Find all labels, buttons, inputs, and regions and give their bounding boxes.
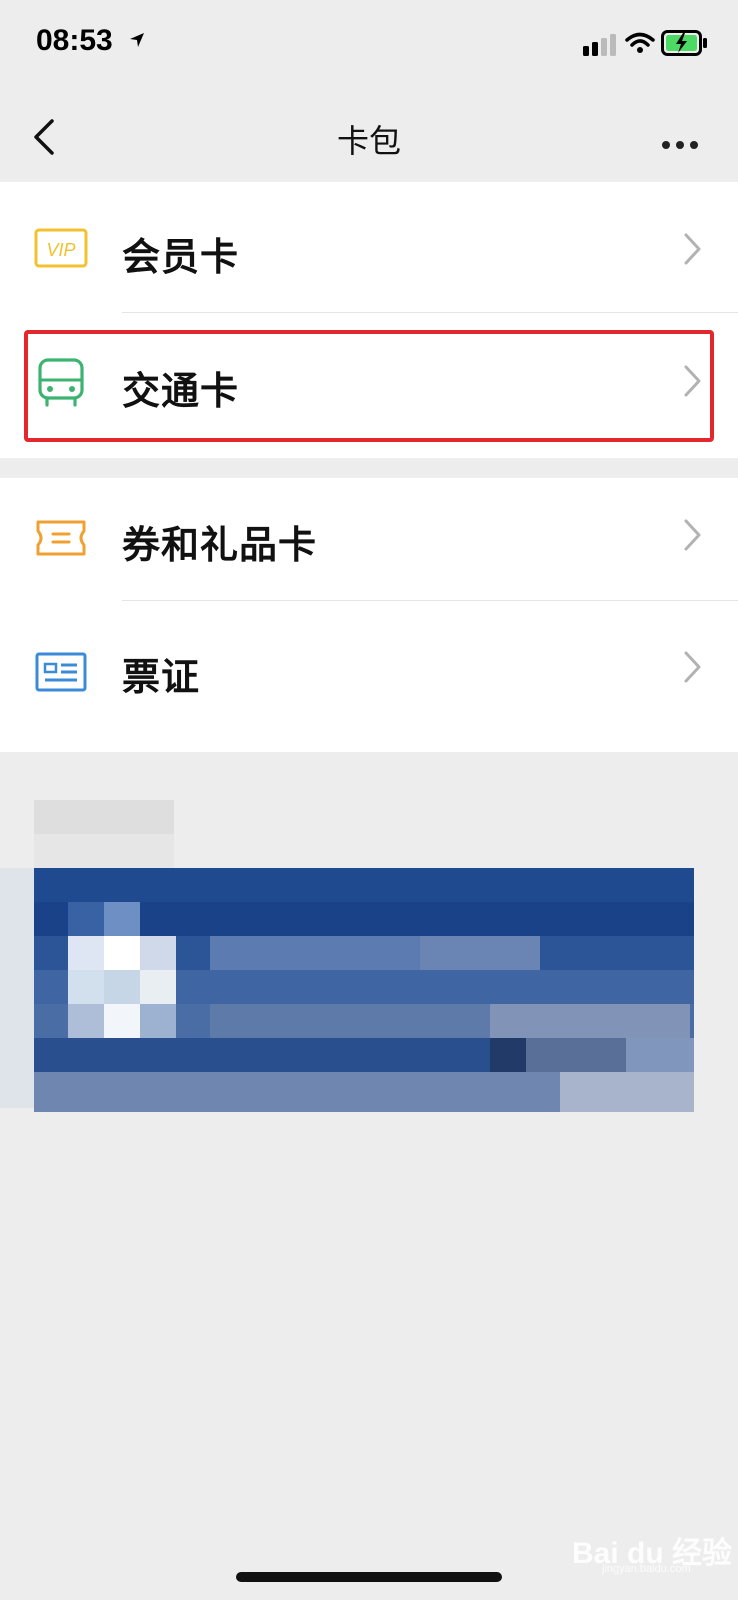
- navigation-bar: 卡包: [0, 90, 738, 182]
- wifi-icon: [625, 32, 655, 53]
- coupons-gift-cards-label: 券和礼品卡: [122, 523, 318, 567]
- ticket-icon: [36, 520, 86, 556]
- cellular-signal-icon: [583, 34, 616, 56]
- id-card-icon: [35, 652, 87, 692]
- page-title: 卡包: [336, 122, 401, 160]
- divider: [122, 600, 738, 601]
- status-bar: 08:53: [0, 0, 738, 90]
- tickets-certificates-row[interactable]: 票证: [0, 604, 738, 740]
- coupons-gift-cards-row[interactable]: 券和礼品卡: [0, 478, 738, 614]
- bus-icon: [38, 358, 84, 407]
- member-card-row[interactable]: VIP 会员卡: [0, 182, 738, 318]
- location-arrow-icon: [130, 33, 144, 47]
- chevron-right-icon: [684, 519, 701, 551]
- vip-icon: VIP: [34, 228, 88, 268]
- svg-text:VIP: VIP: [46, 240, 75, 260]
- tickets-certificates-label: 票证: [122, 655, 201, 699]
- pixelated-card-preview: [0, 800, 738, 1140]
- home-indicator[interactable]: [236, 1572, 502, 1582]
- transit-card-row[interactable]: 交通卡: [0, 316, 738, 452]
- baidu-watermark-url: jingyan.baidu.com: [602, 1563, 691, 1575]
- status-time: 08:53: [36, 24, 113, 57]
- transit-card-label: 交通卡: [122, 369, 240, 413]
- card-group-secondary: 券和礼品卡 票证: [0, 478, 738, 752]
- battery-charging-icon: [661, 30, 707, 56]
- member-card-label: 会员卡: [122, 235, 240, 279]
- divider: [122, 312, 738, 313]
- chevron-right-icon: [684, 233, 701, 265]
- chevron-right-icon: [684, 365, 701, 397]
- chevron-right-icon: [684, 651, 701, 683]
- more-options-icon[interactable]: [662, 134, 704, 153]
- card-group-primary: VIP 会员卡 交通卡: [0, 182, 738, 458]
